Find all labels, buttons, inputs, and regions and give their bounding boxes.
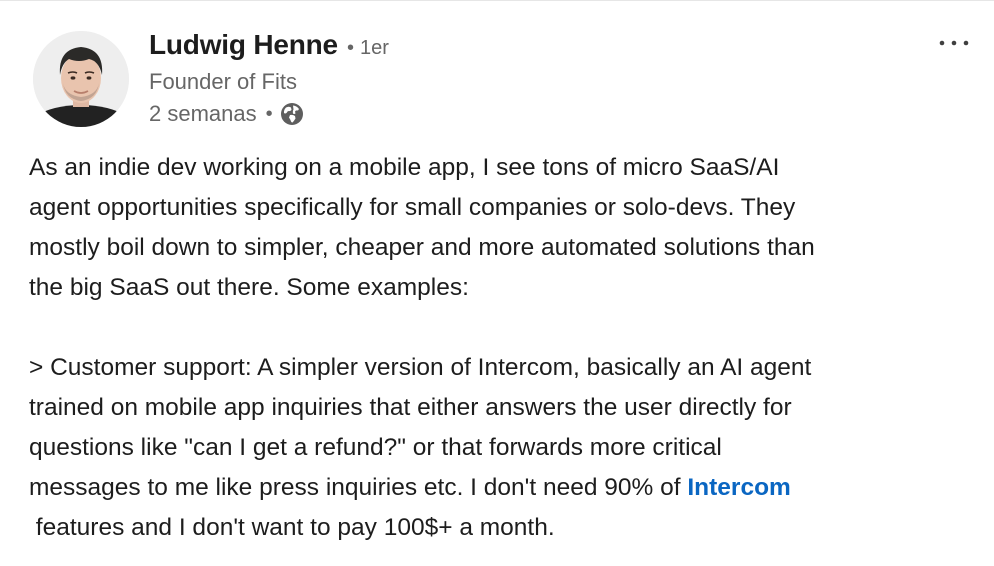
post-text-segment: messages to me like press inquiries etc.… (29, 474, 688, 501)
post-body: As an indie dev working on a mobile app,… (29, 148, 979, 548)
globe-icon (280, 102, 304, 126)
post-line: agent opportunities specifically for sma… (29, 194, 796, 221)
author-headline: Founder of Fits (149, 69, 297, 94)
avatar[interactable] (33, 31, 129, 127)
post-line: As an indie dev working on a mobile app,… (29, 154, 780, 181)
post-card: Ludwig Henne • 1er Founder of Fits 2 sem… (0, 0, 994, 566)
post-line: > Customer support: A simpler version of… (29, 354, 812, 381)
more-horizontal-icon (939, 40, 969, 46)
post-line: mostly boil down to simpler, cheaper and… (29, 234, 815, 261)
post-meta: 2 semanas • (149, 101, 389, 127)
post-time: 2 semanas (149, 101, 257, 126)
degree-separator: • (346, 37, 354, 59)
more-options-button[interactable] (936, 31, 972, 55)
post-header: Ludwig Henne • 1er Founder of Fits 2 sem… (149, 29, 389, 127)
mention-link-intercom[interactable]: Intercom (687, 474, 790, 501)
meta-separator: • (265, 102, 273, 125)
author-name[interactable]: Ludwig Henne (149, 29, 338, 61)
post-line: trained on mobile app inquiries that eit… (29, 394, 792, 421)
post-line: the big SaaS out there. Some examples: (29, 274, 469, 301)
post-line: messages to me like press inquiries etc.… (29, 468, 979, 508)
connection-degree: 1er (359, 37, 389, 59)
avatar-photo (33, 31, 129, 127)
post-line: questions like "can I get a refund?" or … (29, 434, 722, 461)
name-line: Ludwig Henne • 1er (149, 29, 389, 61)
post-line: features and I don't want to pay 100$+ a… (29, 514, 555, 541)
